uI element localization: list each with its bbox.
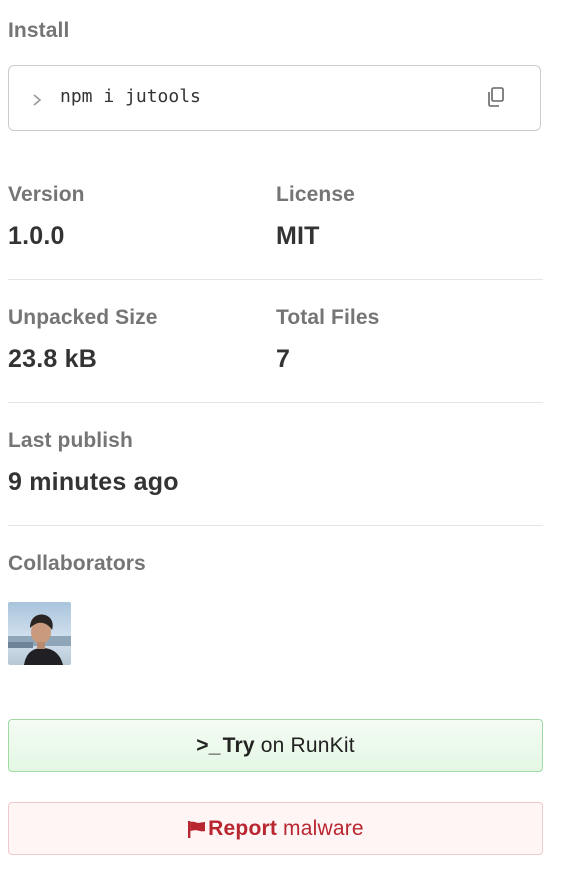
last-publish-value: 9 minutes ago — [8, 468, 179, 496]
version-value: 1.0.0 — [8, 222, 65, 250]
flag-icon — [188, 821, 206, 838]
license-value: MIT — [276, 222, 320, 250]
report-button-strong: Report — [208, 816, 278, 840]
total-files-stat: Total Files 7 — [276, 307, 536, 372]
total-files-value: 7 — [276, 345, 291, 373]
report-button-rest: malware — [283, 816, 364, 840]
divider — [8, 525, 543, 526]
unpacked-size-stat: Unpacked Size 23.8 kB — [8, 307, 268, 372]
unpacked-size-value: 23.8 kB — [8, 345, 97, 373]
runkit-prompt-icon: >_ — [196, 733, 221, 757]
try-on-runkit-button[interactable]: >_ Try on RunKit — [8, 719, 543, 772]
collaborator-avatar[interactable] — [8, 602, 71, 665]
divider — [8, 279, 543, 280]
install-command-box[interactable]: npm i jutools — [8, 65, 541, 131]
version-label: Version — [8, 183, 85, 206]
total-files-label: Total Files — [276, 306, 380, 329]
version-stat: Version 1.0.0 — [8, 184, 268, 249]
divider — [8, 402, 543, 403]
runkit-button-strong: Try — [222, 733, 255, 757]
chevron-right-icon — [33, 94, 42, 106]
last-publish-stat: Last publish 9 minutes ago — [8, 430, 408, 495]
unpacked-size-label: Unpacked Size — [8, 306, 158, 329]
report-malware-button[interactable]: Report malware — [8, 802, 543, 855]
license-label: License — [276, 183, 355, 206]
last-publish-label: Last publish — [8, 429, 133, 452]
copy-icon[interactable] — [486, 86, 506, 108]
install-heading: Install — [8, 19, 70, 42]
install-command[interactable]: npm i jutools — [60, 88, 201, 106]
collaborators-heading: Collaborators — [8, 552, 146, 575]
license-stat: License MIT — [276, 184, 536, 249]
runkit-button-rest: on RunKit — [260, 733, 355, 757]
